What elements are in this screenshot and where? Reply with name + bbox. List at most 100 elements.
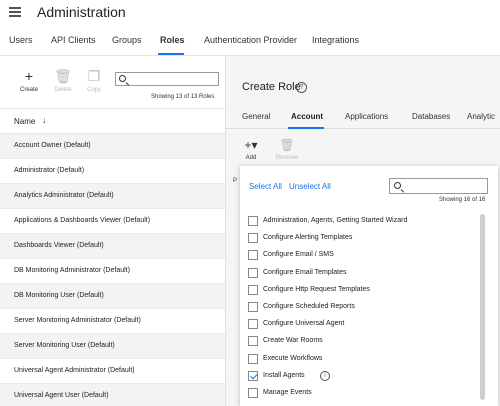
checkbox[interactable] <box>248 336 258 347</box>
active-tab-indicator <box>158 53 184 55</box>
remove-button[interactable]: 🗑 Remove <box>272 138 302 162</box>
tab-analytics[interactable]: Analytic <box>467 112 495 121</box>
list-item[interactable]: Configure Email / SMS <box>248 249 476 266</box>
checkbox[interactable] <box>248 216 258 226</box>
name-column-header[interactable]: Name ↓ <box>0 108 225 134</box>
permission-label: Administration, Agents, Getting Started … <box>263 217 408 224</box>
permission-label: Configure Universal Agent <box>263 320 345 328</box>
list-item[interactable]: Manage Events <box>248 387 476 404</box>
list-item[interactable]: Configure Email Templates <box>248 267 476 284</box>
tab-account[interactable]: Account <box>291 112 323 121</box>
delete-button[interactable]: 🗑 Delete <box>49 68 77 93</box>
checkbox[interactable] <box>248 353 258 364</box>
permissions-search-field[interactable] <box>389 178 488 194</box>
permissions-column-stub: P <box>233 178 238 184</box>
table-row[interactable]: Dashboards Viewer (Default) <box>0 234 225 259</box>
list-item[interactable]: Configure Scheduled Reports <box>248 301 476 318</box>
roles-toolbar: + Create 🗑 Delete ❐ Copy Showing 13 of 1… <box>7 68 219 104</box>
table-row[interactable]: DB Monitoring User (Default) <box>0 284 225 309</box>
select-all-link[interactable]: Select All <box>249 182 282 191</box>
checkbox[interactable] <box>248 387 258 398</box>
table-row[interactable]: Universal Agent User (Default) <box>0 384 225 406</box>
roles-list: Account Owner (Default) Administrator (D… <box>0 134 225 406</box>
permission-label: Configure Http Request Templates <box>263 285 370 293</box>
add-label: Add <box>245 155 257 161</box>
table-row[interactable]: Server Monitoring Administrator (Default… <box>0 309 225 334</box>
list-item[interactable]: Configure Http Request Templates <box>248 284 476 301</box>
permission-label: Configure Scheduled Reports <box>263 302 355 310</box>
table-row[interactable]: Analytics Administrator (Default) <box>0 184 225 209</box>
permissions-count: Showing 16 of 16 <box>439 197 486 203</box>
permissions-list: Administration, Agents, Getting Started … <box>248 215 476 404</box>
permission-label: Configure Alerting Templates <box>263 234 353 242</box>
role-tabs: General Account Applications Databases A… <box>226 103 500 129</box>
hamburger-icon[interactable] <box>9 7 21 17</box>
help-icon[interactable]: ? <box>296 82 307 93</box>
list-item[interactable]: Configure Alerting Templates <box>248 232 476 249</box>
main-nav: Users API Clients Groups Roles Authentic… <box>0 26 500 56</box>
scrollbar[interactable] <box>480 214 485 400</box>
remove-label: Remove <box>275 155 299 161</box>
page-title: Administration <box>37 4 126 20</box>
table-row[interactable]: Applications & Dashboards Viewer (Defaul… <box>0 209 225 234</box>
checkbox-checked[interactable] <box>248 370 258 381</box>
checkbox[interactable] <box>248 319 258 330</box>
table-row[interactable]: DB Monitoring Administrator (Default) <box>0 259 225 284</box>
permissions-search-input[interactable] <box>405 180 485 192</box>
plus-dropdown-icon: +▾ <box>244 138 258 152</box>
table-row[interactable]: Account Owner (Default) <box>0 134 225 159</box>
table-row[interactable]: Server Monitoring User (Default) <box>0 334 225 359</box>
roles-list-panel: + Create 🗑 Delete ❐ Copy Showing 13 of 1… <box>0 56 226 406</box>
app-header: Administration <box>0 0 500 26</box>
search-icon <box>119 75 126 82</box>
list-item[interactable]: Administration, Agents, Getting Started … <box>248 215 476 232</box>
checkbox[interactable] <box>248 250 258 261</box>
roles-count: Showing 13 of 13 Roles <box>151 94 215 100</box>
search-icon <box>394 182 401 189</box>
copy-icon: ❐ <box>87 68 101 84</box>
column-header-label: Name <box>14 117 36 126</box>
tab-users[interactable]: Users <box>9 35 33 45</box>
tab-integrations[interactable]: Integrations <box>312 35 359 45</box>
delete-label: Delete <box>54 87 72 93</box>
tab-general[interactable]: General <box>242 112 270 121</box>
list-item[interactable]: Install Agents i <box>248 370 476 387</box>
roles-search-input[interactable] <box>130 73 218 85</box>
copy-label: Copy <box>86 87 101 93</box>
list-item[interactable]: Create War Rooms <box>248 335 476 352</box>
tab-databases[interactable]: Databases <box>412 112 450 121</box>
permission-label: Create War Rooms <box>263 337 323 345</box>
permission-label: Configure Email / SMS <box>263 251 334 259</box>
list-item[interactable]: Configure Universal Agent <box>248 318 476 335</box>
tab-api-clients[interactable]: API Clients <box>51 35 96 45</box>
info-icon[interactable]: i <box>320 370 330 381</box>
trash-icon: 🗑 <box>54 68 72 84</box>
tab-roles[interactable]: Roles <box>160 35 185 45</box>
permission-label: Manage Events <box>263 388 312 396</box>
table-row[interactable]: Universal Agent Administrator (Default) <box>0 359 225 384</box>
roles-search-field[interactable] <box>115 72 219 86</box>
permission-label: Configure Email Templates <box>263 268 347 276</box>
add-button[interactable]: +▾ Add <box>236 138 266 162</box>
trash-icon: 🗑 <box>279 138 295 152</box>
checkbox[interactable] <box>248 301 258 312</box>
create-role-title: Create Role <box>242 81 301 93</box>
checkbox[interactable] <box>248 233 258 244</box>
permission-label: Install Agents <box>263 371 305 379</box>
tab-authentication-provider[interactable]: Authentication Provider <box>204 35 297 45</box>
tab-groups[interactable]: Groups <box>112 35 142 45</box>
active-subtab-indicator <box>288 127 324 129</box>
sort-down-icon[interactable]: ↓ <box>42 115 47 125</box>
checkbox[interactable] <box>248 267 258 278</box>
table-row[interactable]: Administrator (Default) <box>0 159 225 184</box>
permissions-dropdown: Select All Unselect All Showing 16 of 16… <box>240 166 498 406</box>
list-item[interactable]: Execute Workflows <box>248 353 476 370</box>
create-label: Create <box>19 87 38 93</box>
scrollbar-thumb[interactable] <box>480 214 485 400</box>
copy-button[interactable]: ❐ Copy <box>80 68 108 93</box>
unselect-all-link[interactable]: Unselect All <box>289 182 331 191</box>
tab-applications[interactable]: Applications <box>345 112 388 121</box>
checkbox[interactable] <box>248 284 258 295</box>
permission-label: Execute Workflows <box>263 354 323 362</box>
create-button[interactable]: + Create <box>15 68 43 93</box>
